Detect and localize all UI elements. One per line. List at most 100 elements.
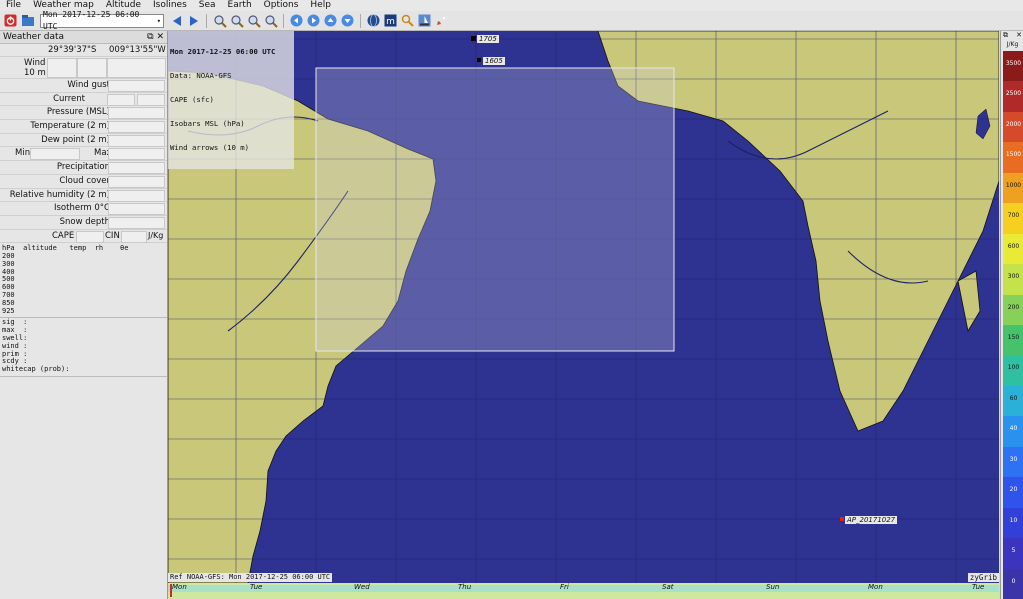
max-value (108, 148, 165, 161)
legend-value: 5 (1011, 547, 1016, 555)
weather-data-panel: Weather data ⧉ ✕ 29°39'37"S 009°13'55"W … (0, 31, 168, 599)
date-select[interactable]: Mon 2017-12-25 06:00 UTC ▾ (40, 10, 164, 31)
timeline-cursor[interactable] (170, 584, 172, 597)
param-row: Dew point (2 m) (0, 134, 167, 148)
globe-icon[interactable] (366, 13, 381, 28)
param-label: Wind gust (67, 80, 110, 90)
float-icon[interactable]: ⧉ (1003, 31, 1008, 41)
legend-value: 3500 (1005, 60, 1022, 67)
legend-swatch: 150 (1003, 325, 1023, 356)
overlay-source: Data: NOAA-GFS (170, 71, 232, 80)
down-icon[interactable] (340, 13, 355, 28)
sounding-level: 700 (2, 291, 15, 300)
next-icon[interactable] (186, 13, 201, 28)
prev-icon[interactable] (169, 13, 184, 28)
wind-row: Wind 10 m (0, 57, 167, 79)
legend-swatch: 1500 (1003, 142, 1023, 173)
legend-value: 100 (1007, 364, 1020, 372)
timeline-day-label: Sun (766, 583, 780, 591)
legend-swatch: 3500 (1003, 51, 1023, 82)
sea-state-table: sig : max : swell: wind : prim : scdy : … (0, 318, 167, 377)
legend-swatch: 1000 (1003, 172, 1023, 204)
legend-value: 30 (1009, 455, 1018, 463)
zoom-all-icon[interactable] (263, 13, 278, 28)
close-icon[interactable]: ✕ (156, 32, 164, 42)
param-label: Relative humidity (2 m) (9, 189, 110, 200)
param-value (108, 80, 165, 92)
float-icon[interactable]: ⧉ (147, 32, 153, 42)
timeline-day[interactable]: Sat (662, 583, 673, 591)
point-marker[interactable] (471, 36, 476, 41)
timeline-day[interactable]: Wed (354, 583, 370, 591)
overlay-isobars: Isobars MSL (hPa) (170, 119, 245, 128)
legend-value: 150 (1007, 334, 1020, 341)
boat-icon[interactable] (417, 13, 432, 28)
menu-options[interactable]: Options (258, 0, 305, 11)
timeline-day[interactable]: Tue (972, 583, 984, 591)
rocket-icon[interactable] (434, 13, 449, 28)
legend-swatch: 100 (1003, 355, 1023, 386)
timeline-day[interactable]: Mon (868, 583, 883, 591)
zoom-fit-icon[interactable] (246, 13, 261, 28)
param-value (107, 93, 135, 106)
legend-unit: J/Kg (1006, 41, 1019, 48)
up-icon[interactable] (323, 13, 338, 28)
legend-swatch: 60 (1003, 385, 1023, 417)
timeline-day[interactable]: Thu (458, 583, 471, 591)
sounding-level: 400 (2, 267, 15, 276)
param-label: Dew point (2 m) (41, 134, 110, 145)
zoom-in-icon[interactable] (212, 13, 227, 28)
weather-map[interactable]: Mon 2017-12-25 06:00 UTC Data: NOAA-GFS … (167, 30, 1000, 584)
metar-icon[interactable]: m (383, 13, 398, 28)
timeline-day[interactable]: Mon (172, 583, 187, 591)
point-label: AP_20171027 (845, 516, 898, 524)
panel-title-bar: Weather data ⧉ ✕ (0, 31, 167, 44)
menu-help[interactable]: Help (304, 0, 337, 11)
cape-value (76, 230, 104, 243)
quit-icon[interactable] (3, 13, 18, 28)
legend-scale: 3500 2500 2000 1500 1000 700 600 300 200 150 100 60… (1001, 51, 1023, 599)
point-marker[interactable] (477, 58, 481, 62)
chevron-down-icon: ▾ (156, 16, 161, 25)
param-row: Pressure (MSL) (0, 106, 167, 121)
timeline-day[interactable]: Fri (560, 583, 569, 591)
open-file-icon[interactable] (20, 13, 35, 28)
right-icon[interactable] (306, 13, 321, 28)
timeline-day[interactable]: Tue (250, 583, 262, 591)
timeline-day-label: Thu (458, 583, 472, 591)
cin-value (121, 230, 147, 243)
point-marker[interactable] (840, 517, 844, 521)
menu-earth[interactable]: Earth (222, 0, 258, 11)
selection-rectangle[interactable] (315, 67, 675, 352)
left-icon[interactable] (289, 13, 304, 28)
jkg-label: J/Kg (148, 230, 164, 240)
overlay-wind: Wind arrows (10 m) (170, 143, 250, 152)
wind-dir-box (77, 58, 107, 78)
legend-value: 40 (1009, 425, 1018, 433)
param-row: Temperature (2 m) (0, 120, 167, 134)
min-label: Min (15, 148, 31, 159)
sea-line: whitecap (prob): (2, 365, 70, 374)
legend-value: 200 (1007, 303, 1020, 311)
zoom-out-icon[interactable] (229, 13, 244, 28)
param-row: Cloud cover (0, 175, 167, 189)
param-value (108, 203, 165, 216)
timeline-bar[interactable]: Mon Tue Wed Thu Fri Sat Sun Mon Tue (168, 583, 999, 599)
menu-file[interactable]: File (0, 0, 27, 11)
svg-text:m: m (386, 17, 395, 27)
param-label: Snow depth (59, 216, 110, 227)
legend-value: 2500 (1005, 90, 1022, 98)
panel-window-controls: ⧉ ✕ (147, 32, 164, 42)
menu-sea[interactable]: Sea (193, 0, 222, 11)
timeline-day-label: Mon (172, 583, 187, 591)
legend-swatch: 30 (1003, 446, 1023, 478)
wind-value-box (47, 58, 77, 78)
cin-label: CIN (105, 230, 120, 241)
param-value (108, 175, 165, 188)
close-icon[interactable]: ✕ (1016, 31, 1022, 41)
param-label: Precipitation (56, 162, 110, 173)
legend-value: 1000 (1005, 181, 1022, 189)
tools-icon[interactable] (400, 13, 415, 28)
legend-value: 700 (1007, 212, 1020, 220)
timeline-day[interactable]: Sun (766, 583, 779, 591)
